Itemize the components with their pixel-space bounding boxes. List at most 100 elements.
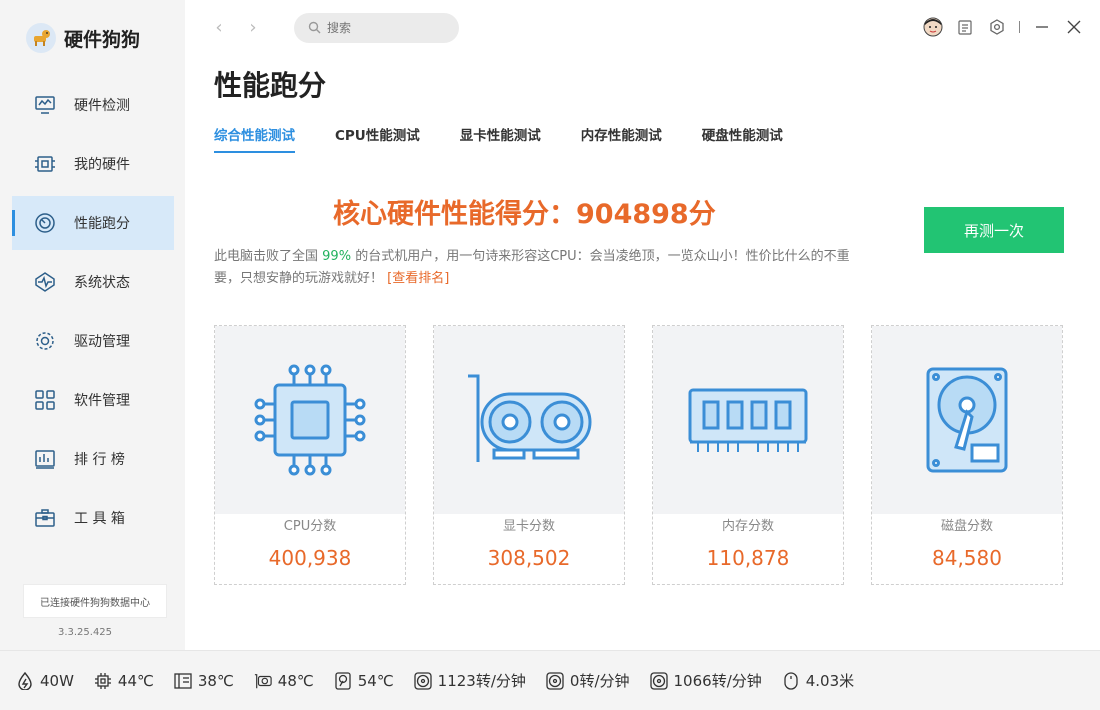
gpu-score-card: 显卡分数 308,502 bbox=[433, 325, 625, 585]
brand: 硬件狗狗 bbox=[0, 0, 185, 60]
card-value: 400,938 bbox=[268, 546, 352, 570]
forward-arrow-icon[interactable]: › bbox=[245, 18, 261, 38]
card-label: 显卡分数 bbox=[502, 519, 555, 534]
sidebar-item-label: 软件管理 bbox=[74, 393, 130, 409]
cpu-score-card: CPU分数 400,938 bbox=[214, 325, 406, 585]
search-input[interactable] bbox=[327, 21, 447, 35]
stat-value: 4.03米 bbox=[805, 672, 855, 690]
sidebar-item-label: 排 行 榜 bbox=[74, 452, 125, 468]
tab-gpu[interactable]: 显卡性能测试 bbox=[460, 124, 541, 153]
stat-value: 48℃ bbox=[277, 671, 314, 690]
gpu-icon bbox=[434, 326, 624, 514]
app-name: 硬件狗狗 bbox=[64, 28, 141, 51]
disk-score-card: 磁盘分数 84,580 bbox=[871, 325, 1063, 585]
speedometer-icon bbox=[34, 212, 56, 234]
gear-icon bbox=[34, 330, 56, 352]
version-label: 3.3.25.425 bbox=[57, 627, 113, 638]
card-label: 内存分数 bbox=[721, 519, 774, 534]
search-icon bbox=[308, 19, 321, 38]
disk-temp-icon bbox=[334, 671, 352, 690]
stat-fan-3: 1066转/分钟 bbox=[649, 670, 762, 691]
close-icon[interactable] bbox=[1064, 17, 1084, 37]
sidebar-item-leaderboard[interactable]: 排 行 榜 bbox=[12, 432, 174, 486]
mouse-icon bbox=[782, 671, 800, 690]
stat-power: 40W bbox=[16, 671, 74, 690]
sidebar-item-label: 我的硬件 bbox=[74, 157, 130, 173]
card-value: 308,502 bbox=[487, 546, 571, 570]
benchmark-tabs: 综合性能测试 CPU性能测试 显卡性能测试 内存性能测试 硬盘性能测试 bbox=[214, 124, 823, 153]
chip-icon bbox=[34, 153, 56, 175]
app-window: 硬件狗狗 硬件检测 我的硬件 性能跑分 系统状态 驱动管理 软件管理 排 行 榜… bbox=[0, 0, 1100, 650]
retest-button[interactable]: 再测一次 bbox=[924, 207, 1064, 253]
connection-status: 已连接硬件狗狗数据中心 bbox=[23, 584, 167, 618]
stat-fan-2: 0转/分钟 bbox=[546, 670, 630, 691]
stat-disk-temp: 54℃ bbox=[334, 672, 394, 690]
view-rank-link[interactable]: [查看排名] bbox=[387, 271, 449, 286]
stat-cpu-temp: 44℃ bbox=[94, 672, 154, 690]
sidebar-item-hardware-detect[interactable]: 硬件检测 bbox=[12, 78, 174, 132]
fan-icon bbox=[414, 671, 432, 690]
total-score: 核心硬件性能得分：904898分 bbox=[333, 192, 716, 231]
tab-memory[interactable]: 内存性能测试 bbox=[581, 124, 662, 153]
sidebar-item-software-manage[interactable]: 软件管理 bbox=[12, 373, 174, 427]
hardware-status-bar: 40W 44℃ 38℃ 48℃ 54℃ 1123转/分钟 0转/分钟 1066转… bbox=[0, 650, 1100, 710]
score-label: 核心硬件性能得分： bbox=[333, 199, 576, 230]
sidebar-item-label: 系统状态 bbox=[74, 275, 130, 291]
desc-prefix: 此电脑击败了全国 bbox=[214, 249, 319, 264]
sidebar-item-toolbox[interactable]: 工 具 箱 bbox=[12, 491, 174, 545]
card-label: 磁盘分数 bbox=[940, 519, 993, 534]
card-value: 84,580 bbox=[932, 546, 1002, 570]
toolbox-icon bbox=[34, 507, 56, 529]
stat-value: 1066转/分钟 bbox=[673, 672, 762, 690]
stat-mouse-distance: 4.03米 bbox=[782, 670, 854, 691]
document-icon[interactable] bbox=[955, 17, 975, 37]
minimize-icon[interactable] bbox=[1032, 17, 1052, 37]
sidebar-item-label: 性能跑分 bbox=[74, 216, 130, 232]
board-temp-icon bbox=[174, 672, 192, 690]
score-value: 904898分 bbox=[576, 199, 716, 230]
sidebar-nav: 硬件检测 我的硬件 性能跑分 系统状态 驱动管理 软件管理 排 行 榜 工 具 … bbox=[12, 78, 174, 550]
stat-value: 0转/分钟 bbox=[569, 672, 630, 690]
cpu-icon bbox=[215, 326, 405, 514]
avatar[interactable] bbox=[923, 17, 943, 37]
score-description: 此电脑击败了全国 99% 的台式机用户，用一句诗来形容这CPU：会当凌绝顶，一览… bbox=[214, 246, 874, 290]
gpu-temp-icon bbox=[254, 672, 272, 690]
pulse-icon bbox=[34, 271, 56, 293]
sidebar-item-my-hardware[interactable]: 我的硬件 bbox=[12, 137, 174, 191]
dog-logo-icon bbox=[26, 23, 56, 53]
fan-icon bbox=[649, 671, 668, 690]
power-icon bbox=[16, 671, 34, 690]
topbar: ‹ › bbox=[185, 0, 1100, 56]
tab-disk[interactable]: 硬盘性能测试 bbox=[702, 124, 783, 153]
fan-icon bbox=[546, 671, 564, 690]
sidebar-item-driver-manage[interactable]: 驱动管理 bbox=[12, 314, 174, 368]
score-cards: CPU分数 400,938 显卡分数 308,502 内存分数 110,878 … bbox=[214, 325, 1090, 585]
sidebar-item-label: 硬件检测 bbox=[74, 98, 130, 114]
memory-score-card: 内存分数 110,878 bbox=[652, 325, 844, 585]
sidebar-item-benchmark[interactable]: 性能跑分 bbox=[12, 196, 174, 250]
grid-icon bbox=[34, 389, 56, 411]
sidebar-item-system-status[interactable]: 系统状态 bbox=[12, 255, 174, 309]
sidebar-item-label: 驱动管理 bbox=[74, 334, 130, 350]
settings-icon[interactable] bbox=[987, 17, 1007, 37]
cpu-temp-icon bbox=[94, 672, 112, 690]
stat-fan-1: 1123转/分钟 bbox=[414, 670, 526, 691]
tab-overall[interactable]: 综合性能测试 bbox=[214, 124, 295, 153]
stat-value: 44℃ bbox=[117, 671, 154, 690]
beat-percent: 99% bbox=[322, 249, 352, 264]
search-box[interactable] bbox=[294, 13, 459, 43]
window-controls bbox=[911, 17, 1084, 37]
stat-value: 1123转/分钟 bbox=[437, 672, 526, 690]
chart-icon bbox=[34, 448, 56, 470]
sidebar: 硬件狗狗 硬件检测 我的硬件 性能跑分 系统状态 驱动管理 软件管理 排 行 榜… bbox=[0, 0, 185, 650]
stat-gpu-temp: 48℃ bbox=[254, 672, 314, 690]
stat-value: 54℃ bbox=[357, 671, 394, 690]
back-arrow-icon[interactable]: ‹ bbox=[211, 18, 227, 38]
main-panel: ‹ › 搜索 性能跑分 综合性能测试 CPU性能测试 显卡性能测试 内存性能测试… bbox=[185, 0, 1100, 650]
tab-cpu[interactable]: CPU性能测试 bbox=[335, 124, 420, 153]
sidebar-item-label: 工 具 箱 bbox=[74, 511, 125, 527]
stat-board-temp: 38℃ bbox=[174, 672, 234, 690]
card-label: CPU分数 bbox=[283, 519, 337, 534]
ram-icon bbox=[653, 326, 843, 514]
hdd-icon bbox=[872, 326, 1062, 514]
